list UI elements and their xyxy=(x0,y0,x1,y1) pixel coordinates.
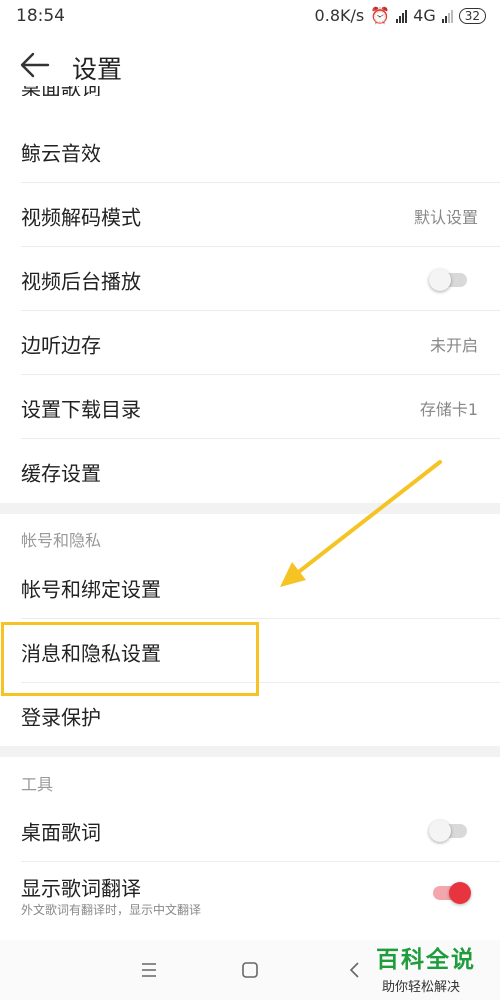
row-label: 缓存设置 xyxy=(21,461,101,485)
row-account-binding[interactable]: 帐号和绑定设置 xyxy=(0,556,500,619)
status-bar: 18:54 0.8K/s ⏰ 4G 32 xyxy=(0,0,500,34)
status-time: 18:54 xyxy=(16,6,65,26)
divider xyxy=(21,246,500,247)
back-icon[interactable] xyxy=(343,958,367,982)
divider xyxy=(21,438,500,439)
row-label: 帐号和绑定设置 xyxy=(21,577,161,601)
section-title-account: 帐号和隐私 xyxy=(21,531,102,550)
row-label: 视频解码模式 xyxy=(21,205,141,229)
page-title: 设置 xyxy=(72,55,123,84)
back-arrow-icon[interactable] xyxy=(18,48,52,82)
row-value: 默认设置 xyxy=(413,207,478,227)
row-label: 视频后台播放 xyxy=(21,269,141,293)
desktop-lyrics-toggle[interactable] xyxy=(429,819,467,842)
toggle-knob xyxy=(429,268,451,291)
battery-icon: 32 xyxy=(458,7,486,24)
row-cache-settings[interactable]: 缓存设置 xyxy=(0,440,500,503)
row-subtitle: 外文歌词有翻译时，显示中文翻译 xyxy=(21,903,202,917)
row-video-background[interactable]: 视频后台播放 xyxy=(0,248,500,311)
section-gap xyxy=(0,746,500,757)
watermark: 百科全说 助你轻松解决 xyxy=(376,940,500,995)
signal-icon xyxy=(396,9,408,23)
row-value: 存储卡1 xyxy=(419,399,478,419)
divider xyxy=(21,374,500,375)
partial-row: 桌面歌词 xyxy=(21,86,111,96)
toggle-knob xyxy=(429,819,451,842)
network-speed: 0.8K/s xyxy=(314,6,365,25)
divider xyxy=(21,182,500,183)
row-audio-effect[interactable]: 鲸云音效 xyxy=(0,120,500,183)
alarm-icon: ⏰ xyxy=(370,6,391,25)
toggle-knob xyxy=(449,882,471,904)
row-desktop-lyrics[interactable]: 桌面歌词 xyxy=(0,799,500,862)
row-video-decode[interactable]: 视频解码模式 默认设置 xyxy=(0,184,500,247)
watermark-subtitle: 助你轻松解决 xyxy=(382,980,461,995)
divider xyxy=(21,861,500,862)
lyric-translation-toggle[interactable] xyxy=(433,882,471,904)
row-label: 显示歌词翻译 xyxy=(21,876,141,901)
highlight-box xyxy=(1,622,259,696)
divider xyxy=(21,618,500,619)
signal-icon-2 xyxy=(441,9,453,23)
row-lyric-translation[interactable]: 显示歌词翻译 外文歌词有翻译时，显示中文翻译 xyxy=(0,863,500,929)
network-type: 4G xyxy=(413,6,436,25)
row-listen-save[interactable]: 边听边存 未开启 xyxy=(0,312,500,375)
video-background-toggle[interactable] xyxy=(429,268,467,291)
section-gap xyxy=(0,503,500,514)
row-label: 桌面歌词 xyxy=(21,820,101,844)
divider xyxy=(21,310,500,311)
row-label: 设置下载目录 xyxy=(21,397,141,421)
row-label: 登录保护 xyxy=(21,705,101,729)
row-label: 鲸云音效 xyxy=(21,141,101,165)
home-icon[interactable] xyxy=(238,958,262,982)
row-download-dir[interactable]: 设置下载目录 存储卡1 xyxy=(0,376,500,439)
section-title-tools: 工具 xyxy=(21,775,54,794)
row-value: 未开启 xyxy=(429,335,478,355)
status-right: 0.8K/s ⏰ 4G 32 xyxy=(315,6,486,25)
partial-row-label: 桌面歌词 xyxy=(21,86,111,96)
watermark-title: 百科全说 xyxy=(376,947,476,973)
row-label: 边听边存 xyxy=(21,333,101,357)
menu-icon[interactable] xyxy=(137,958,161,982)
